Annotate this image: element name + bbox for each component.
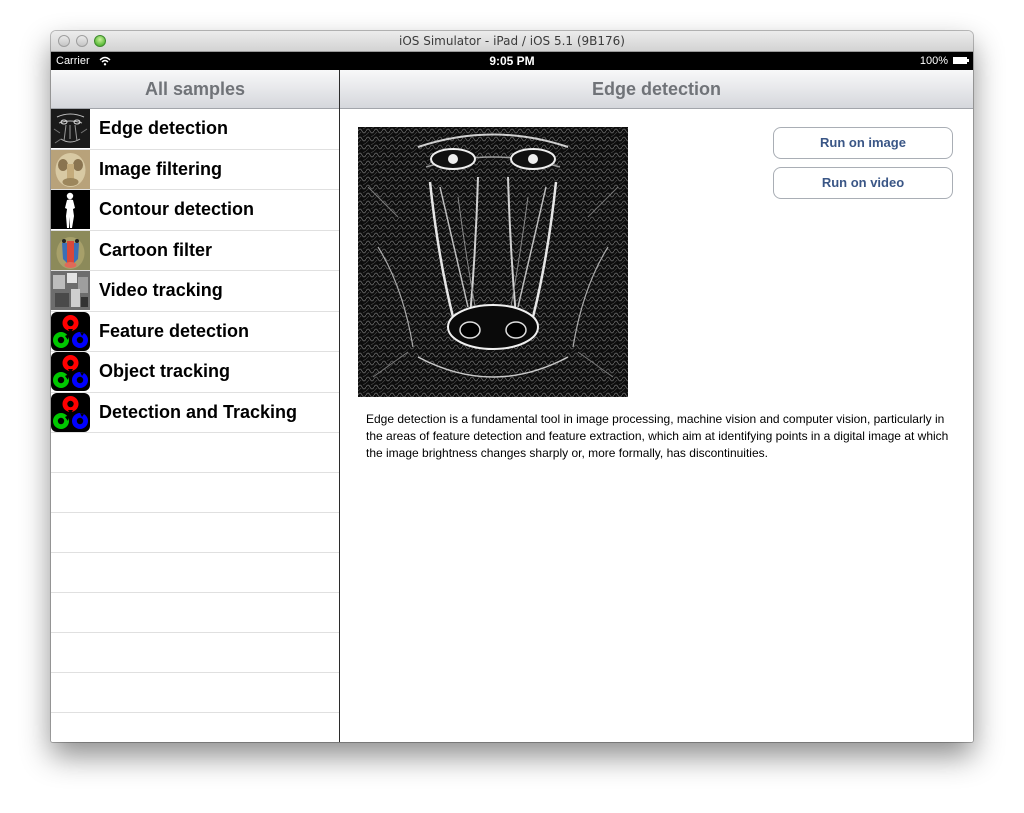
list-item-label: Video tracking	[99, 280, 223, 300]
opencv-logo-thumb-icon	[51, 352, 90, 391]
detail-panel: Edge detection Run on image Run on video…	[340, 70, 973, 742]
list-item-edge-detection[interactable]: Edge detection	[51, 109, 339, 150]
ios-status-bar: Carrier 9:05 PM 100%	[51, 52, 973, 70]
empty-row	[51, 633, 339, 673]
run-on-video-button[interactable]: Run on video	[773, 167, 953, 199]
list-item-feature-detection[interactable]: Feature detection	[51, 311, 339, 352]
list-item-contour-detection[interactable]: Contour detection	[51, 190, 339, 231]
list-item-video-tracking[interactable]: Video tracking	[51, 271, 339, 312]
empty-row	[51, 473, 339, 513]
empty-row	[51, 433, 339, 473]
contour-silhouette-thumb-icon	[51, 190, 90, 229]
list-item-label: Object tracking	[99, 361, 231, 381]
master-nav-title: All samples	[51, 70, 339, 109]
cartoon-mandrill-thumb-icon	[51, 230, 90, 270]
opencv-logo-thumb-icon	[51, 311, 90, 351]
list-item-image-filtering[interactable]: Image filtering	[51, 149, 339, 190]
status-time: 9:05 PM	[489, 54, 535, 68]
list-item-detection-and-tracking[interactable]: Detection and Tracking	[51, 392, 339, 433]
window-titlebar: iOS Simulator - iPad / iOS 5.1 (9B176)	[51, 31, 973, 52]
samples-list-panel: All samples Edge detection Image filteri…	[51, 70, 340, 742]
empty-row	[51, 553, 339, 593]
empty-row	[51, 713, 339, 742]
battery-percent: 100%	[919, 55, 948, 67]
empty-row	[51, 673, 339, 713]
close-window-button[interactable]	[58, 35, 70, 47]
list-item-object-tracking[interactable]: Object tracking	[51, 352, 339, 393]
simulator-window: iOS Simulator - iPad / iOS 5.1 (9B176) C…	[51, 31, 973, 742]
list-item-label: Image filtering	[99, 158, 223, 179]
edge-mandrill-thumb-icon	[51, 109, 90, 148]
image-filter-thumb-icon	[51, 149, 90, 189]
list-item-label: Feature detection	[99, 320, 250, 341]
list-item-cartoon-filter[interactable]: Cartoon filter	[51, 230, 339, 271]
window-title: iOS Simulator - iPad / iOS 5.1 (9B176)	[398, 34, 625, 48]
battery-icon	[953, 57, 969, 64]
video-tracking-thumb-icon	[51, 271, 90, 310]
sample-description: Edge detection is a fundamental tool in …	[366, 412, 949, 460]
edge-detection-preview-image	[358, 127, 628, 397]
list-item-label: Edge detection	[99, 118, 229, 138]
empty-row	[51, 593, 339, 633]
list-item-label: Cartoon filter	[99, 239, 213, 260]
minimize-window-button[interactable]	[76, 35, 88, 47]
samples-list: Edge detection Image filtering Contour d…	[51, 109, 339, 742]
detail-nav-title: Edge detection	[340, 70, 973, 109]
list-item-label: Contour detection	[99, 199, 254, 219]
run-on-image-button[interactable]: Run on image	[773, 127, 953, 159]
list-item-label: Detection and Tracking	[99, 401, 298, 422]
zoom-window-button[interactable]	[94, 35, 106, 47]
opencv-logo-thumb-icon	[51, 392, 90, 432]
empty-row	[51, 513, 339, 553]
